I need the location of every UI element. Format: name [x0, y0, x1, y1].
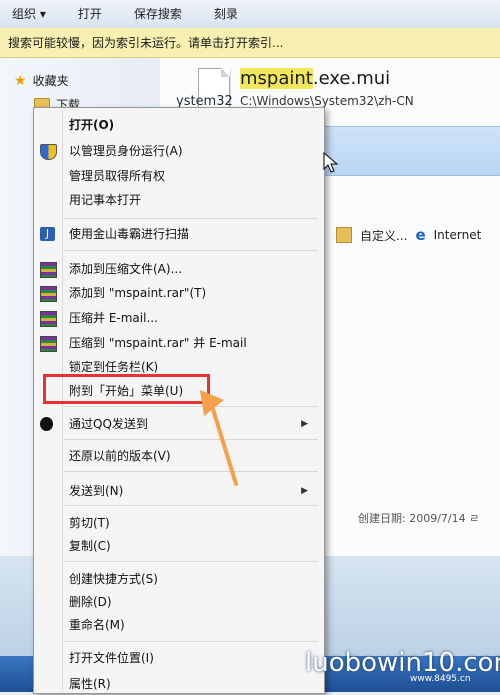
- command-toolbar: 组织 ▾ 打开 保存搜索 刻录: [0, 0, 500, 29]
- burn-button[interactable]: 刻录: [198, 0, 254, 28]
- nav-item-favorites[interactable]: ★ 收藏夹: [14, 72, 69, 89]
- open-button[interactable]: 打开: [62, 0, 118, 28]
- submenu-arrow-icon: ▶: [301, 419, 308, 429]
- menu-separator: [64, 505, 318, 506]
- menu-label: 添加到压缩文件(A)...: [69, 262, 183, 276]
- menu-label: 重命名(M): [69, 618, 125, 632]
- star-icon: ★: [14, 72, 27, 89]
- menu-label: 锁定到任务栏(K): [69, 360, 159, 374]
- annotation-highlight-box: [43, 374, 210, 404]
- menu-label: 添加到 "mspaint.rar"(T): [69, 286, 207, 300]
- menu-item-open[interactable]: 打开(O): [34, 114, 322, 136]
- save-search-button[interactable]: 保存搜索: [118, 0, 198, 28]
- menu-label: 打开文件位置(I): [69, 651, 154, 665]
- menu-separator: [64, 641, 318, 642]
- menu-item-add-to-archive[interactable]: 添加到压缩文件(A)...: [34, 258, 322, 280]
- submenu-arrow-icon: ▶: [301, 486, 308, 496]
- menu-label: 还原以前的版本(V): [69, 449, 171, 463]
- menu-item-compress-rar-email[interactable]: 压缩到 "mspaint.rar" 并 E-mail: [34, 332, 322, 354]
- menu-item-open-file-location[interactable]: 打开文件位置(I): [34, 647, 322, 669]
- winrar-icon: [40, 262, 57, 278]
- watermark: luobowin10.com: [305, 648, 500, 678]
- winrar-icon: [40, 311, 57, 327]
- menu-item-antivirus-scan[interactable]: J 使用金山毒霸进行扫描: [34, 223, 322, 245]
- menu-item-delete[interactable]: 删除(D): [34, 591, 322, 613]
- menu-label: 管理员取得所有权: [69, 169, 166, 183]
- name-rest: .exe.mui: [312, 68, 391, 89]
- menu-item-cut[interactable]: 剪切(T): [34, 512, 322, 534]
- menu-item-compress-email[interactable]: 压缩并 E-mail...: [34, 307, 322, 329]
- menu-label: 属性(R): [69, 677, 111, 691]
- menu-label: 删除(D): [69, 595, 112, 609]
- menu-item-restore-previous[interactable]: 还原以前的版本(V): [34, 445, 322, 467]
- index-info-bar[interactable]: 搜索可能较慢，因为索引未运行。请单击打开索引...: [0, 28, 500, 58]
- uac-shield-icon: [40, 144, 57, 160]
- menu-item-open-with-notepad[interactable]: 用记事本打开: [34, 189, 322, 211]
- mouse-cursor-icon: [323, 152, 339, 173]
- menu-item-create-shortcut[interactable]: 创建快捷方式(S): [34, 568, 322, 590]
- winrar-icon: [40, 286, 57, 302]
- watermark-sub: www.8495.cn: [410, 674, 471, 684]
- menu-item-rename[interactable]: 重命名(M): [34, 614, 322, 636]
- antivirus-icon: J: [40, 227, 55, 241]
- menu-item-take-ownership[interactable]: 管理员取得所有权: [34, 165, 322, 187]
- menu-item-add-to-rar[interactable]: 添加到 "mspaint.rar"(T): [34, 282, 322, 304]
- folder-icon: [336, 227, 352, 243]
- menu-item-send-via-qq[interactable]: 通过QQ发送到 ▶: [34, 413, 322, 435]
- created-date: 创建日期: 2009/7/14 ㄹ: [358, 512, 480, 525]
- menu-label: 创建快捷方式(S): [69, 572, 158, 586]
- menu-label: 压缩到 "mspaint.rar" 并 E-mail: [69, 336, 247, 350]
- annotation-arrow-icon: [200, 390, 238, 486]
- internet-search-link[interactable]: Internet: [434, 228, 482, 242]
- menu-label: 压缩并 E-mail...: [69, 311, 158, 325]
- name-highlight: mspaint: [240, 68, 313, 89]
- menu-item-copy[interactable]: 复制(C): [34, 535, 322, 557]
- result-file-path: C:\Windows\System32\zh-CN: [240, 94, 414, 108]
- menu-label: 使用金山毒霸进行扫描: [69, 227, 190, 241]
- menu-label: 以管理员身份运行(A): [69, 144, 183, 158]
- menu-label: 复制(C): [69, 539, 111, 553]
- internet-explorer-icon: e: [415, 226, 426, 244]
- menu-label: 通过QQ发送到: [69, 417, 148, 431]
- result-file-name[interactable]: mspaint.exe.mui: [240, 68, 390, 89]
- menu-item-run-as-admin[interactable]: 以管理员身份运行(A): [34, 140, 322, 162]
- search-again-shortcuts: 自定义... e Internet: [336, 226, 481, 244]
- menu-separator: [64, 250, 318, 251]
- menu-label: 发送到(N): [69, 484, 124, 498]
- menu-separator: [64, 561, 318, 562]
- qq-penguin-icon: [40, 417, 53, 431]
- menu-item-send-to[interactable]: 发送到(N) ▶: [34, 480, 322, 502]
- organize-button[interactable]: 组织 ▾: [0, 0, 62, 28]
- menu-separator: [64, 218, 318, 219]
- custom-search-link[interactable]: 自定义...: [360, 227, 407, 244]
- winrar-icon: [40, 336, 57, 352]
- menu-label: 打开(O): [69, 118, 115, 132]
- nav-item-label: 收藏夹: [32, 74, 69, 88]
- menu-label: 用记事本打开: [69, 193, 142, 207]
- menu-label: 剪切(T): [69, 516, 110, 530]
